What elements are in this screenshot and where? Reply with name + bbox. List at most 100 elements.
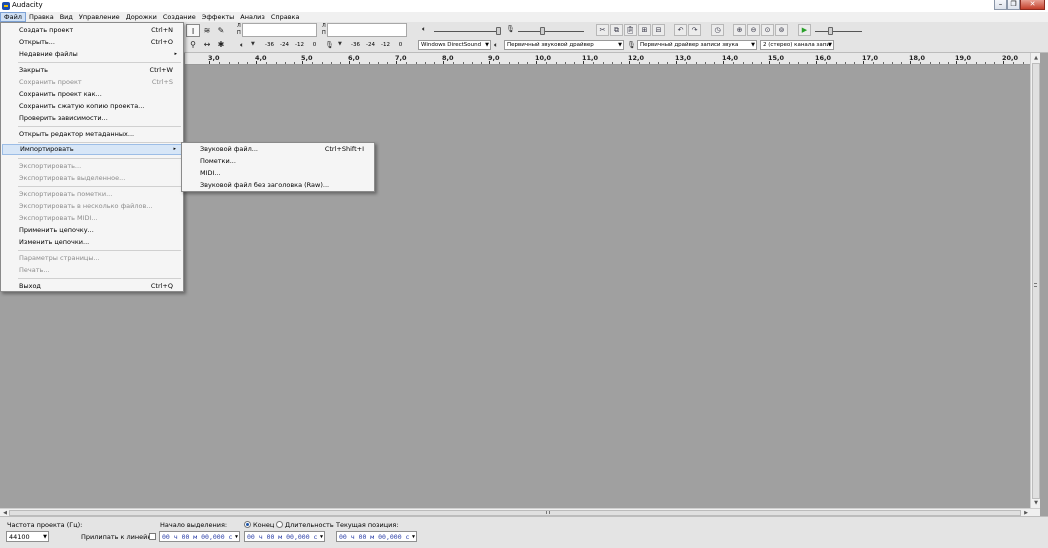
end-radio[interactable] [244, 521, 251, 528]
audio-position-time[interactable]: 00 ч 00 м 00,000 с ▼ [336, 531, 417, 542]
length-radio[interactable] [276, 521, 283, 528]
menu-analyze[interactable]: Анализ [237, 12, 268, 22]
menu-export-multiple[interactable]: Экспортировать в несколько файлов... [2, 201, 182, 212]
menu-save-project[interactable]: Сохранить проект Ctrl+S [2, 77, 182, 88]
selection-start-time[interactable]: 00 ч 00 м 00,000 с ▼ [159, 531, 240, 542]
menu-check-dependencies[interactable]: Проверить зависимости... [2, 113, 182, 124]
record-volume-slider[interactable] [540, 27, 545, 35]
menu-import-midi[interactable]: MIDI... [183, 168, 373, 179]
horizontal-scrollbar[interactable]: ◀ ▶ [0, 508, 1040, 516]
menu-exit[interactable]: Выход Ctrl+Q [2, 281, 182, 292]
menu-export[interactable]: Экспортировать... [2, 161, 182, 172]
menu-import-raw[interactable]: Звуковой файл без заголовка (Raw)... [183, 180, 373, 191]
timeline-ruler[interactable]: 3,0 4,0 5,0 6,0 7,0 8,0 9,0 10,0 11,0 12,0 13,0 14,… [185, 53, 1030, 65]
ruler-tick-label: 7,0 [395, 54, 407, 62]
redo-icon[interactable]: ↷ [688, 24, 701, 36]
snap-to-label: Прилипать к линейке [81, 533, 156, 541]
menu-effects[interactable]: Эффекты [199, 12, 238, 22]
recording-channels-value: 2 (стерео) канала запи [763, 42, 830, 48]
menu-transport[interactable]: Управление [76, 12, 123, 22]
menu-edit-metadata[interactable]: Открыть редактор метаданных... [2, 129, 182, 140]
menu-item-label: Сохранить сжатую копию проекта... [19, 102, 145, 110]
ruler-minor-tick [752, 62, 753, 64]
menu-new-project[interactable]: Создать проект Ctrl+N [2, 25, 182, 36]
sync-lock-icon[interactable]: ◷ [711, 24, 724, 36]
undo-icon[interactable]: ↶ [674, 24, 687, 36]
minimize-button[interactable]: – [994, 0, 1007, 10]
selection-end-time[interactable]: 00 ч 00 м 00,000 с ▼ [244, 531, 325, 542]
menu-apply-chain[interactable]: Применить цепочку... [2, 225, 182, 236]
scale-label: 0 [312, 42, 317, 48]
trim-icon[interactable]: ⊞ [638, 24, 651, 36]
cut-icon[interactable]: ✂ [596, 24, 609, 36]
record-meter-menu-icon[interactable]: ▼ [338, 41, 342, 47]
menu-export-midi[interactable]: Экспортировать MIDI... [2, 213, 182, 224]
menu-view[interactable]: Вид [57, 12, 76, 22]
ruler-tick-label: 17,0 [862, 54, 879, 62]
paste-icon[interactable]: 📋︎ [624, 24, 637, 36]
envelope-tool-icon[interactable]: ≋ [200, 24, 214, 37]
scroll-down-icon[interactable]: ▼ [1032, 499, 1040, 507]
play-speed-slider[interactable] [828, 27, 833, 35]
menu-edit[interactable]: Правка [26, 12, 57, 22]
zoom-in-icon[interactable]: ⊕ [733, 24, 746, 36]
menu-help[interactable]: Справка [268, 12, 303, 22]
maximize-button[interactable]: ❐ [1007, 0, 1020, 10]
fit-project-icon[interactable]: ⊚ [775, 24, 788, 36]
menu-export-selection[interactable]: Экспортировать выделенное... [2, 173, 182, 184]
menu-edit-chains[interactable]: Изменить цепочки... [2, 237, 182, 248]
ruler-minor-tick [836, 62, 837, 64]
record-meter[interactable] [327, 23, 407, 37]
recording-channels-select[interactable]: 2 (стерео) канала запи ▼ [760, 40, 834, 50]
play-at-speed-icon[interactable]: ▶ [798, 24, 811, 36]
menu-import-labels[interactable]: Пометки... [183, 156, 373, 167]
playback-meter[interactable] [242, 23, 317, 37]
scroll-up-icon[interactable]: ▲ [1032, 54, 1040, 62]
menu-tracks[interactable]: Дорожки [123, 12, 160, 22]
audio-host-select[interactable]: Windows DirectSound ▼ [418, 40, 491, 50]
copy-icon[interactable]: ⧉ [610, 24, 623, 36]
selection-toolbar: Частота проекта (Гц): 44100 ▼ Прилипать … [0, 516, 1048, 548]
draw-tool-icon[interactable]: ✎ [214, 24, 228, 37]
fit-selection-icon[interactable]: ⊙ [761, 24, 774, 36]
multi-tool-icon[interactable]: ✱ [214, 38, 228, 51]
playback-volume-slider[interactable] [496, 27, 501, 35]
playback-volume-icon: 🔈︎ [422, 25, 427, 33]
playback-meter-menu-icon[interactable]: ▼ [251, 41, 255, 47]
menu-close[interactable]: Закрыть Ctrl+W [2, 65, 182, 76]
menu-separator [18, 126, 181, 127]
menu-save-project-as[interactable]: Сохранить проект как... [2, 89, 182, 100]
file-menu: Создать проект Ctrl+N Открыть... Ctrl+O Не… [0, 22, 184, 292]
ruler-tick-label: 3,0 [208, 54, 220, 62]
ruler-tick-label: 14,0 [722, 54, 739, 62]
menu-print[interactable]: Печать... [2, 265, 182, 276]
ruler-minor-tick [238, 62, 239, 64]
menu-import-audio[interactable]: Звуковой файл... Ctrl+Shift+I [183, 144, 373, 155]
scale-label: -12 [381, 42, 390, 48]
menu-save-compressed-copy[interactable]: Сохранить сжатую копию проекта... [2, 101, 182, 112]
time-shift-tool-icon[interactable]: ↔ [200, 38, 214, 51]
vertical-scroll-thumb[interactable] [1032, 63, 1040, 499]
zoom-out-icon[interactable]: ⊖ [747, 24, 760, 36]
close-button[interactable]: ✕ [1020, 0, 1045, 10]
ruler-minor-tick [779, 62, 780, 64]
ruler-minor-tick [658, 62, 659, 64]
menu-open[interactable]: Открыть... Ctrl+O [2, 37, 182, 48]
menu-file[interactable]: Файл [0, 12, 26, 22]
menu-recent-files[interactable]: Недавние файлы ▸ [2, 49, 182, 60]
selection-tool-icon[interactable]: I [186, 24, 200, 37]
menu-generate[interactable]: Создание [160, 12, 199, 22]
project-rate-select[interactable]: 44100 ▼ [6, 531, 49, 542]
menu-page-setup[interactable]: Параметры страницы... [2, 253, 182, 264]
ruler-minor-tick [733, 62, 734, 64]
vertical-scrollbar[interactable]: ▲ ▼ [1030, 53, 1040, 508]
snap-to-checkbox[interactable] [149, 533, 156, 540]
ruler-minor-tick [378, 62, 379, 64]
menu-import[interactable]: Импортировать ▸ [2, 144, 182, 155]
ruler-minor-tick [499, 62, 500, 64]
recording-device-select[interactable]: Первичный драйвер записи звука ▼ [637, 40, 757, 50]
silence-icon[interactable]: ⊟ [652, 24, 665, 36]
menu-export-labels[interactable]: Экспортировать пометки... [2, 189, 182, 200]
zoom-tool-icon[interactable]: ⚲ [186, 38, 200, 51]
playback-device-select[interactable]: Первичный звуковой драйвер ▼ [504, 40, 624, 50]
